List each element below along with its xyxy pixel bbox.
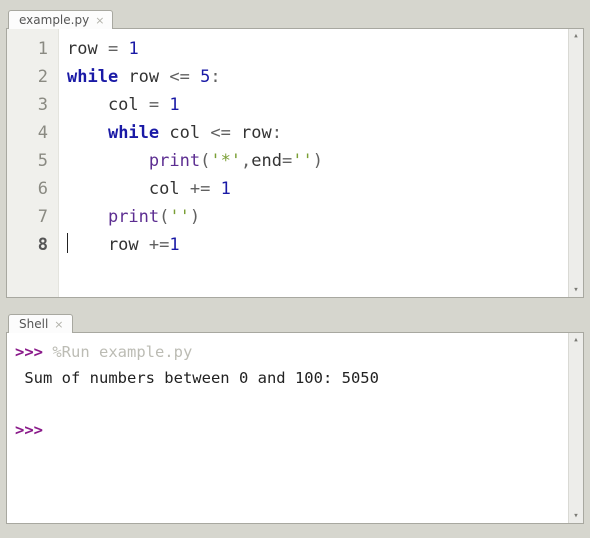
code-line: col += 1 xyxy=(67,175,560,203)
code-line: while col <= row: xyxy=(67,119,560,147)
scroll-up-icon[interactable]: ▴ xyxy=(569,29,583,43)
line-number: 4 xyxy=(7,119,48,147)
shell-output[interactable]: >>> %Run example.py Sum of numbers betwe… xyxy=(7,333,568,523)
line-number: 6 xyxy=(7,175,48,203)
shell-pane: Shell × >>> %Run example.py Sum of numbe… xyxy=(0,304,590,530)
scroll-down-icon[interactable]: ▾ xyxy=(569,283,583,297)
shell-scrollbar[interactable]: ▴ ▾ xyxy=(568,333,583,523)
editor-panel: 12345678 row = 1while row <= 5: col = 1 … xyxy=(6,28,584,298)
code-line: col = 1 xyxy=(67,91,560,119)
editor-tabbar: example.py × xyxy=(6,4,584,28)
scroll-down-icon[interactable]: ▾ xyxy=(569,509,583,523)
shell-tab-label: Shell xyxy=(19,317,48,331)
editor-tab-label: example.py xyxy=(19,13,89,27)
line-number: 5 xyxy=(7,147,48,175)
line-number-gutter: 12345678 xyxy=(7,29,59,297)
code-line: row +=1 xyxy=(67,231,560,259)
scroll-up-icon[interactable]: ▴ xyxy=(569,333,583,347)
line-number: 2 xyxy=(7,63,48,91)
line-number: 7 xyxy=(7,203,48,231)
line-number: 8 xyxy=(7,231,48,259)
code-line: print('*',end='') xyxy=(67,147,560,175)
code-line: while row <= 5: xyxy=(67,63,560,91)
close-icon[interactable]: × xyxy=(54,319,63,330)
shell-tabbar: Shell × xyxy=(6,308,584,332)
editor-pane: example.py × 12345678 row = 1while row <… xyxy=(0,0,590,304)
shell-panel: >>> %Run example.py Sum of numbers betwe… xyxy=(6,332,584,524)
code-line: row = 1 xyxy=(67,35,560,63)
code-line: print('') xyxy=(67,203,560,231)
line-number: 1 xyxy=(7,35,48,63)
close-icon[interactable]: × xyxy=(95,15,104,26)
editor-tab[interactable]: example.py × xyxy=(8,10,113,29)
code-editor[interactable]: row = 1while row <= 5: col = 1 while col… xyxy=(59,29,568,297)
line-number: 3 xyxy=(7,91,48,119)
editor-scrollbar[interactable]: ▴ ▾ xyxy=(568,29,583,297)
shell-tab[interactable]: Shell × xyxy=(8,314,73,333)
